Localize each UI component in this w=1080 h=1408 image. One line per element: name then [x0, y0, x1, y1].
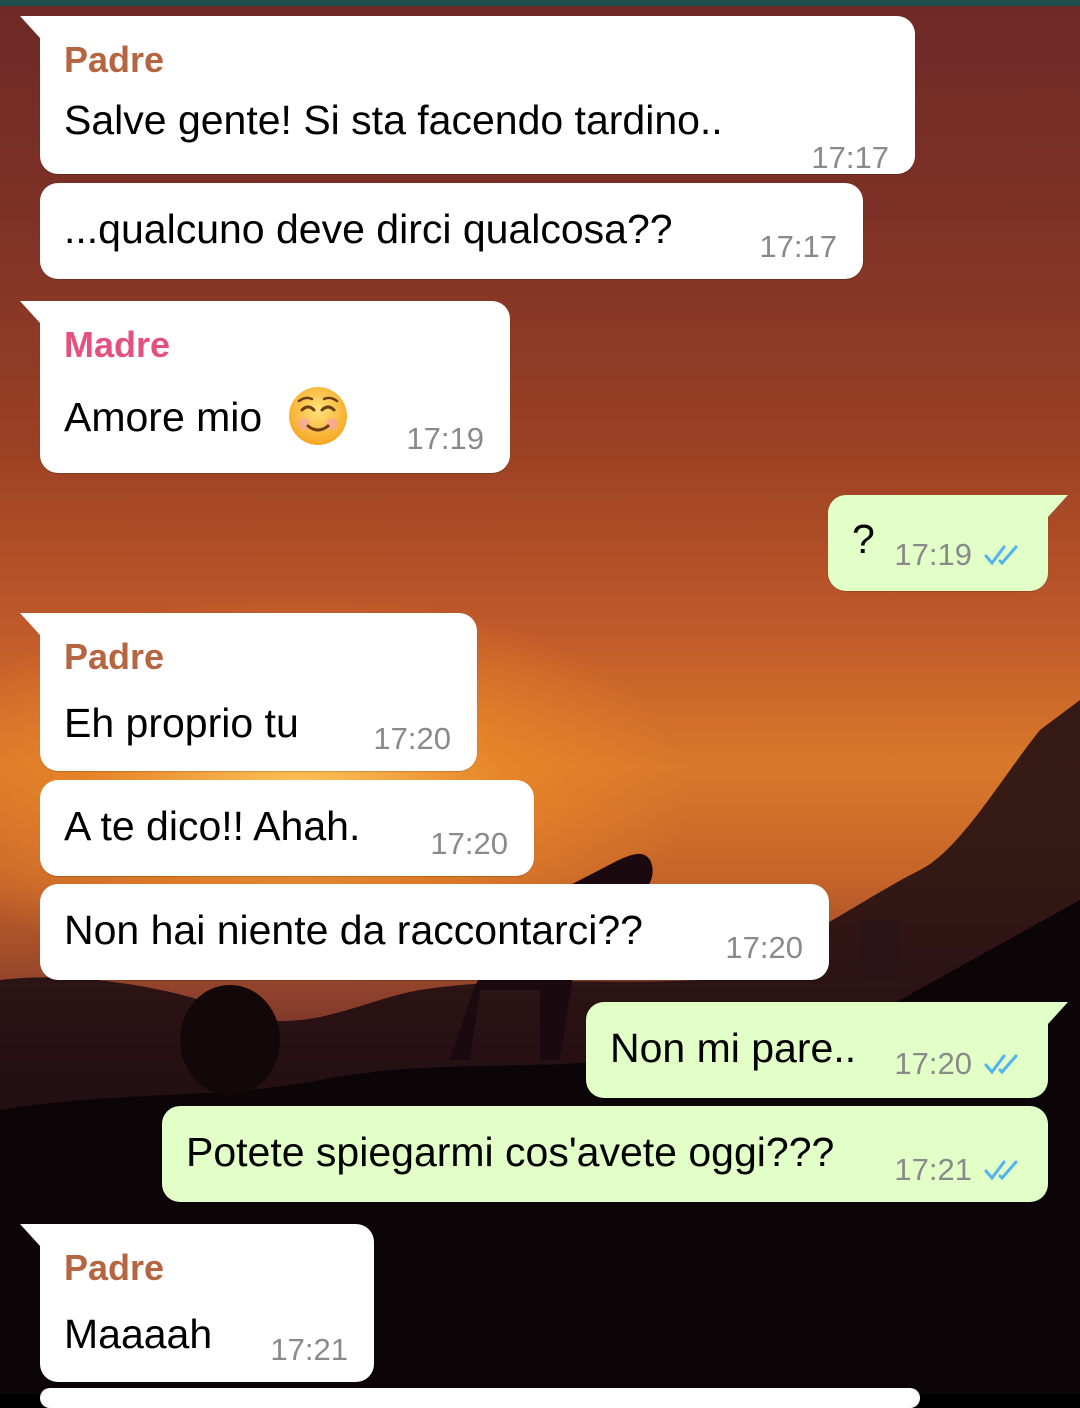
sender-name: Madre: [64, 324, 171, 365]
message-bubble[interactable]: Non hai niente da raccontarci?? 17:20: [40, 884, 829, 980]
read-double-check-icon: [984, 545, 1018, 566]
sender-name: Padre: [64, 1247, 165, 1288]
message-text: Potete spiegarmi cos'avete oggi???: [186, 1129, 835, 1175]
message-time: 17:17: [811, 140, 889, 175]
read-double-check-icon: [984, 1054, 1018, 1075]
message-time: 17:20: [725, 930, 803, 965]
message-time: 17:21: [894, 1152, 972, 1187]
message-text: Non hai niente da raccontarci??: [64, 907, 643, 953]
message-text: Eh proprio tu: [64, 700, 299, 746]
message-text: Non mi pare..: [610, 1025, 857, 1071]
message-time: 17:19: [406, 421, 484, 456]
bubble-tail: [1048, 495, 1068, 517]
message-text: Salve gente! Si sta facendo tardino..: [64, 97, 723, 143]
message-text: Amore mio: [64, 387, 348, 446]
bubble-tail: [20, 1224, 40, 1246]
message-bubble-outgoing[interactable]: ? 17:19: [828, 495, 1068, 591]
bubble-tail: [20, 613, 40, 635]
status-strip: [0, 0, 1080, 6]
message-time: 17:20: [894, 1046, 972, 1081]
message-bubble-padre[interactable]: Padre Maaaah 17:21: [20, 1224, 374, 1382]
message-time: 17:20: [373, 721, 451, 756]
message-text: ...qualcuno deve dirci qualcosa??: [64, 206, 673, 252]
bubble-tail: [20, 16, 40, 38]
read-double-check-icon: [984, 1160, 1018, 1181]
message-bubble-partial[interactable]: [40, 1388, 920, 1408]
sender-name: Padre: [64, 636, 165, 677]
message-time: 17:17: [759, 229, 837, 264]
message-text-content: Amore mio: [64, 394, 263, 440]
message-bubble-outgoing[interactable]: Non mi pare.. 17:20: [586, 1002, 1068, 1098]
smiling-face-icon: [288, 387, 347, 446]
message-text: A te dico!! Ahah.: [64, 803, 361, 849]
message-bubble-madre[interactable]: Madre Amore mio 17:19: [20, 301, 510, 473]
message-time: 17:20: [430, 826, 508, 861]
sender-name: Padre: [64, 39, 165, 80]
message-bubble-padre[interactable]: Padre Eh proprio tu 17:20: [20, 613, 477, 771]
message-bubble-padre[interactable]: Padre Salve gente! Si sta facendo tardin…: [20, 16, 915, 175]
message-text: Maaaah: [64, 1311, 213, 1357]
bubble-tail: [1048, 1002, 1068, 1024]
message-time: 17:19: [894, 537, 972, 572]
message-bubble[interactable]: A te dico!! Ahah. 17:20: [40, 780, 534, 876]
message-time: 17:21: [270, 1332, 348, 1367]
bubble-tail: [20, 301, 40, 323]
message-text: ?: [852, 516, 875, 562]
message-bubble[interactable]: ...qualcuno deve dirci qualcosa?? 17:17: [40, 183, 863, 279]
message-bubble-outgoing[interactable]: Potete spiegarmi cos'avete oggi??? 17:21: [162, 1106, 1048, 1202]
